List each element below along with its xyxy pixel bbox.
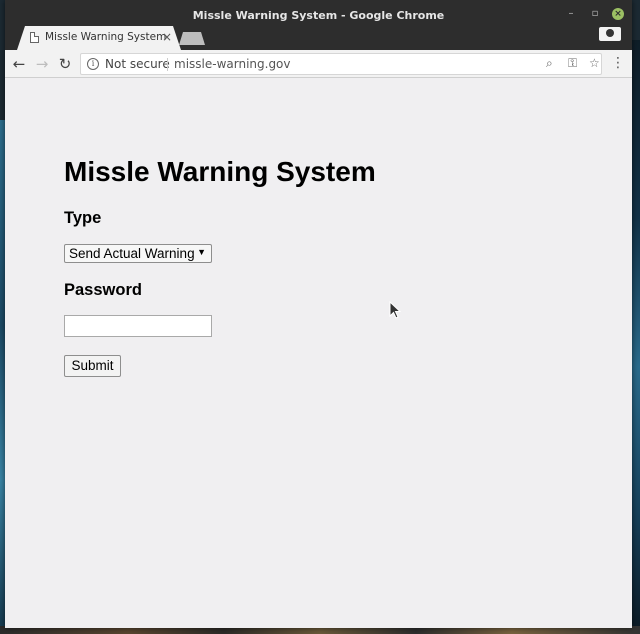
back-icon[interactable]: ← bbox=[10, 55, 28, 73]
reload-icon[interactable]: ↻ bbox=[56, 55, 74, 73]
menu-icon[interactable]: ⋮ bbox=[611, 55, 625, 71]
url-text[interactable]: missle-warning.gov bbox=[174, 57, 291, 71]
browser-window: Missle Warning System - Google Chrome – … bbox=[5, 0, 632, 628]
maximize-icon[interactable]: ▫ bbox=[589, 8, 601, 20]
title-bar: Missle Warning System - Google Chrome – … bbox=[5, 0, 632, 50]
browser-toolbar: ← → ↻ i Not secure missle-warning.gov ⌕ … bbox=[5, 50, 632, 78]
minimize-icon[interactable]: – bbox=[565, 8, 577, 20]
address-bar[interactable]: i Not secure missle-warning.gov ⌕ ⚿ ☆ bbox=[80, 53, 602, 75]
close-window-icon[interactable]: × bbox=[612, 8, 624, 20]
submit-button[interactable]: Submit bbox=[64, 355, 121, 377]
page-title: Missle Warning System bbox=[64, 156, 376, 187]
password-input[interactable] bbox=[64, 315, 212, 337]
type-select[interactable]: Send Actual Warning ▼ bbox=[64, 244, 212, 263]
password-label: Password bbox=[64, 281, 142, 299]
key-icon[interactable]: ⚿ bbox=[568, 56, 577, 71]
security-label[interactable]: Not secure bbox=[105, 57, 170, 71]
type-select-value: Send Actual Warning bbox=[69, 246, 195, 261]
star-icon[interactable]: ☆ bbox=[589, 56, 600, 70]
window-title: Missle Warning System - Google Chrome bbox=[192, 9, 445, 22]
new-tab-button[interactable] bbox=[179, 32, 205, 45]
page-content: Missle Warning System Type Send Actual W… bbox=[5, 79, 632, 628]
browser-tab[interactable]: Missle Warning System × bbox=[17, 26, 181, 50]
profile-button[interactable] bbox=[599, 27, 621, 41]
profile-icon bbox=[606, 29, 614, 37]
forward-icon[interactable]: → bbox=[33, 55, 51, 73]
address-separator bbox=[167, 58, 168, 71]
type-label: Type bbox=[64, 209, 102, 227]
info-icon[interactable]: i bbox=[87, 58, 99, 70]
dropdown-arrow-icon: ▼ bbox=[197, 247, 206, 257]
zoom-icon[interactable]: ⌕ bbox=[546, 56, 553, 71]
tab-title: Missle Warning System bbox=[45, 31, 167, 43]
mouse-cursor-icon bbox=[389, 301, 401, 319]
tab-close-icon[interactable]: × bbox=[162, 30, 172, 44]
page-icon bbox=[30, 32, 39, 43]
